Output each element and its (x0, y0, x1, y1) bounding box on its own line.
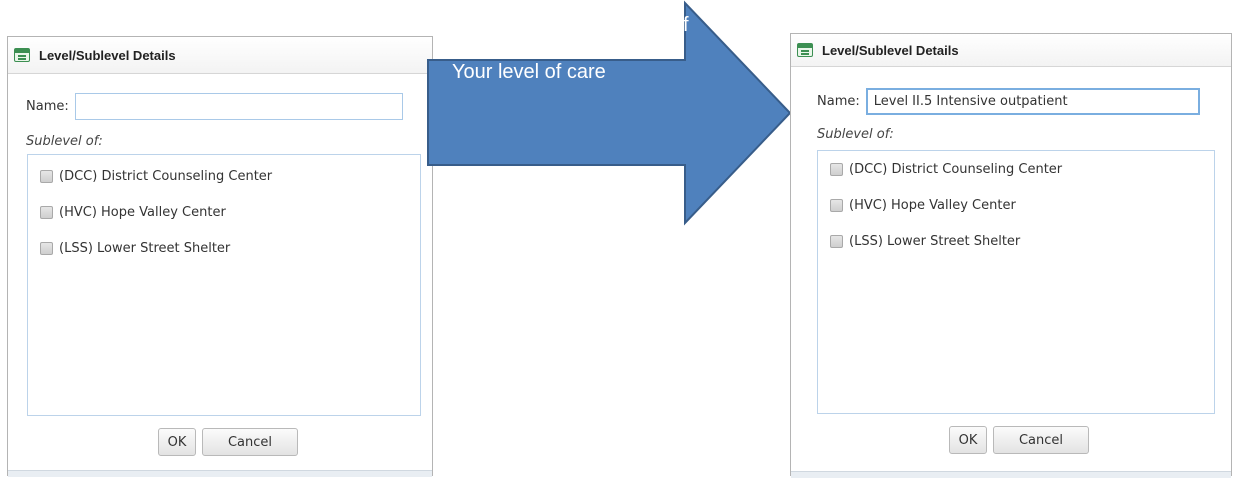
sublevel-label: Sublevel of: (817, 127, 894, 142)
sublevel-item-lss[interactable]: (LSS) Lower Street Shelter (818, 223, 1214, 259)
checkbox[interactable] (830, 198, 843, 212)
sublevel-item-dcc[interactable]: (DCC) District Counseling Center (818, 151, 1214, 187)
sublevel-list: (DCC) District Counseling Center (HVC) H… (817, 150, 1215, 414)
button-row: OK Cancel (949, 426, 1089, 454)
sublevel-item-hvc[interactable]: (HVC) Hope Valley Center (818, 187, 1214, 223)
sublevel-item-label: (LSS) Lower Street Shelter (849, 233, 1021, 249)
checkbox[interactable] (830, 162, 843, 176)
stray-glyph: f (683, 14, 689, 36)
arrow-label: Your level of care (452, 61, 606, 83)
sublevel-item-label: (DCC) District Counseling Center (849, 161, 1063, 177)
dialog-titlebar[interactable]: Level/Sublevel Details (791, 34, 1231, 67)
arrow-shape (427, 0, 792, 226)
level-details-dialog-filled: Level/Sublevel Details Name: Sublevel of… (790, 33, 1232, 478)
name-row: Name: (817, 88, 1200, 115)
name-label: Name: (817, 94, 860, 109)
sublevel-item-label: (HVC) Hope Valley Center (849, 197, 1016, 213)
dialog-footer-bar (791, 471, 1231, 478)
checkbox[interactable] (830, 234, 843, 248)
name-input[interactable] (865, 88, 1200, 115)
ok-button[interactable]: OK (949, 426, 987, 454)
cancel-button[interactable]: Cancel (993, 426, 1089, 454)
dialog-window-icon (797, 43, 813, 57)
dialog-title: Level/Sublevel Details (822, 42, 959, 58)
